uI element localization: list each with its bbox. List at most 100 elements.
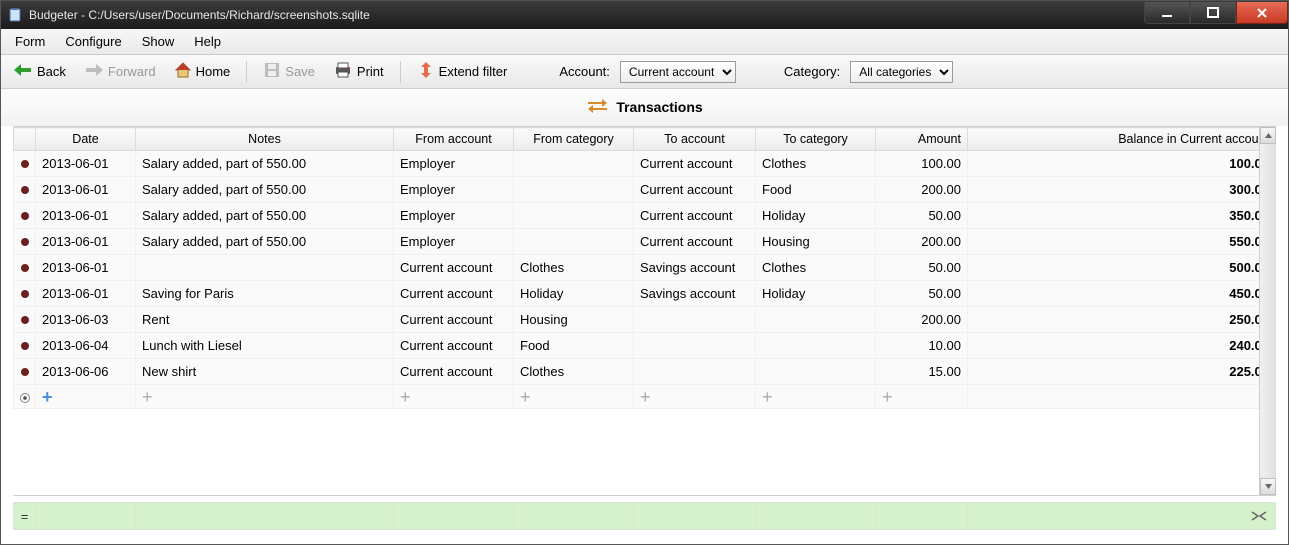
row-handle[interactable]	[14, 307, 36, 333]
cell-notes[interactable]: Salary added, part of 550.00	[136, 229, 394, 255]
add-to-account[interactable]: +	[634, 385, 756, 409]
cell-notes[interactable]: Salary added, part of 550.00	[136, 203, 394, 229]
extend-filter-button[interactable]: Extend filter	[413, 59, 512, 84]
cell-date[interactable]: 2013-06-01	[36, 229, 136, 255]
add-to-category[interactable]: +	[756, 385, 876, 409]
cell-balance[interactable]: 550.00	[968, 229, 1276, 255]
add-date[interactable]: +	[36, 385, 136, 409]
cell-amount[interactable]: 50.00	[876, 203, 968, 229]
col-to-category[interactable]: To category	[756, 128, 876, 151]
cell-balance[interactable]: 350.00	[968, 203, 1276, 229]
cell-to-category[interactable]: Clothes	[756, 151, 876, 177]
cell-from-category[interactable]	[514, 151, 634, 177]
minimize-button[interactable]	[1144, 2, 1190, 24]
col-amount[interactable]: Amount	[876, 128, 968, 151]
cell-date[interactable]: 2013-06-01	[36, 281, 136, 307]
table-row[interactable]: 2013-06-01Salary added, part of 550.00Em…	[14, 203, 1276, 229]
vertical-scrollbar[interactable]	[1259, 127, 1276, 495]
add-amount[interactable]: +	[876, 385, 968, 409]
print-button[interactable]: Print	[329, 59, 388, 84]
col-balance[interactable]: Balance in Current account	[968, 128, 1276, 151]
cell-from-account[interactable]: Employer	[394, 203, 514, 229]
menu-configure[interactable]: Configure	[55, 29, 131, 54]
cell-to-category[interactable]: Holiday	[756, 281, 876, 307]
cell-amount[interactable]: 50.00	[876, 281, 968, 307]
row-handle[interactable]	[14, 151, 36, 177]
cell-amount[interactable]: 200.00	[876, 177, 968, 203]
cell-to-category[interactable]	[756, 333, 876, 359]
cell-from-account[interactable]: Current account	[394, 333, 514, 359]
cell-to-category[interactable]: Food	[756, 177, 876, 203]
cell-to-category[interactable]	[756, 307, 876, 333]
row-handle[interactable]	[14, 255, 36, 281]
cell-notes[interactable]: New shirt	[136, 359, 394, 385]
cell-notes[interactable]: Salary added, part of 550.00	[136, 177, 394, 203]
menu-help[interactable]: Help	[184, 29, 231, 54]
cell-from-account[interactable]: Current account	[394, 307, 514, 333]
cell-balance[interactable]: 300.00	[968, 177, 1276, 203]
cell-date[interactable]: 2013-06-04	[36, 333, 136, 359]
close-button[interactable]	[1236, 2, 1288, 24]
menu-show[interactable]: Show	[132, 29, 185, 54]
scroll-up-button[interactable]	[1260, 127, 1276, 144]
cell-amount[interactable]: 15.00	[876, 359, 968, 385]
menu-form[interactable]: Form	[5, 29, 55, 54]
cell-to-category[interactable]	[756, 359, 876, 385]
cell-amount[interactable]: 50.00	[876, 255, 968, 281]
cell-balance[interactable]: 225.00	[968, 359, 1276, 385]
cell-date[interactable]: 2013-06-06	[36, 359, 136, 385]
back-button[interactable]: Back	[9, 61, 70, 82]
cell-to-account[interactable]: Current account	[634, 203, 756, 229]
maximize-button[interactable]	[1190, 2, 1236, 24]
scroll-down-button[interactable]	[1260, 478, 1276, 495]
cell-from-category[interactable]: Clothes	[514, 359, 634, 385]
col-from-account[interactable]: From account	[394, 128, 514, 151]
scroll-track[interactable]	[1260, 144, 1276, 478]
cell-from-category[interactable]: Housing	[514, 307, 634, 333]
table-row[interactable]: 2013-06-01Salary added, part of 550.00Em…	[14, 177, 1276, 203]
col-from-category[interactable]: From category	[514, 128, 634, 151]
row-handle[interactable]	[14, 177, 36, 203]
cell-to-account[interactable]: Current account	[634, 177, 756, 203]
cell-amount[interactable]: 200.00	[876, 307, 968, 333]
cell-to-account[interactable]: Current account	[634, 229, 756, 255]
cell-to-category[interactable]: Holiday	[756, 203, 876, 229]
cell-amount[interactable]: 10.00	[876, 333, 968, 359]
cell-to-account[interactable]	[634, 359, 756, 385]
add-row[interactable]: +++++++	[14, 385, 1276, 409]
table-row[interactable]: 2013-06-01Salary added, part of 550.00Em…	[14, 229, 1276, 255]
cell-from-account[interactable]: Employer	[394, 229, 514, 255]
cell-from-account[interactable]: Current account	[394, 255, 514, 281]
table-row[interactable]: 2013-06-01Current accountClothesSavings …	[14, 255, 1276, 281]
cell-date[interactable]: 2013-06-01	[36, 177, 136, 203]
col-notes[interactable]: Notes	[136, 128, 394, 151]
add-row-handle[interactable]	[14, 385, 36, 409]
collapse-icon[interactable]	[1251, 508, 1267, 524]
cell-date[interactable]: 2013-06-03	[36, 307, 136, 333]
cell-balance[interactable]: 450.00	[968, 281, 1276, 307]
row-handle[interactable]	[14, 203, 36, 229]
add-balance[interactable]	[968, 385, 1276, 409]
row-handle[interactable]	[14, 281, 36, 307]
cell-notes[interactable]: Saving for Paris	[136, 281, 394, 307]
cell-balance[interactable]: 240.00	[968, 333, 1276, 359]
table-row[interactable]: 2013-06-04Lunch with LieselCurrent accou…	[14, 333, 1276, 359]
cell-balance[interactable]: 100.00	[968, 151, 1276, 177]
col-row-handle[interactable]	[14, 128, 36, 151]
cell-to-account[interactable]	[634, 333, 756, 359]
cell-to-account[interactable]: Savings account	[634, 281, 756, 307]
add-notes[interactable]: +	[136, 385, 394, 409]
forward-button[interactable]: Forward	[80, 61, 160, 82]
cell-to-account[interactable]: Current account	[634, 151, 756, 177]
row-handle[interactable]	[14, 229, 36, 255]
cell-from-category[interactable]: Food	[514, 333, 634, 359]
cell-from-account[interactable]: Current account	[394, 359, 514, 385]
cell-from-category[interactable]	[514, 229, 634, 255]
cell-from-account[interactable]: Employer	[394, 177, 514, 203]
cell-from-category[interactable]: Clothes	[514, 255, 634, 281]
home-button[interactable]: Home	[170, 59, 235, 84]
cell-amount[interactable]: 100.00	[876, 151, 968, 177]
cell-from-category[interactable]: Holiday	[514, 281, 634, 307]
cell-from-account[interactable]: Current account	[394, 281, 514, 307]
cell-notes[interactable]: Salary added, part of 550.00	[136, 151, 394, 177]
